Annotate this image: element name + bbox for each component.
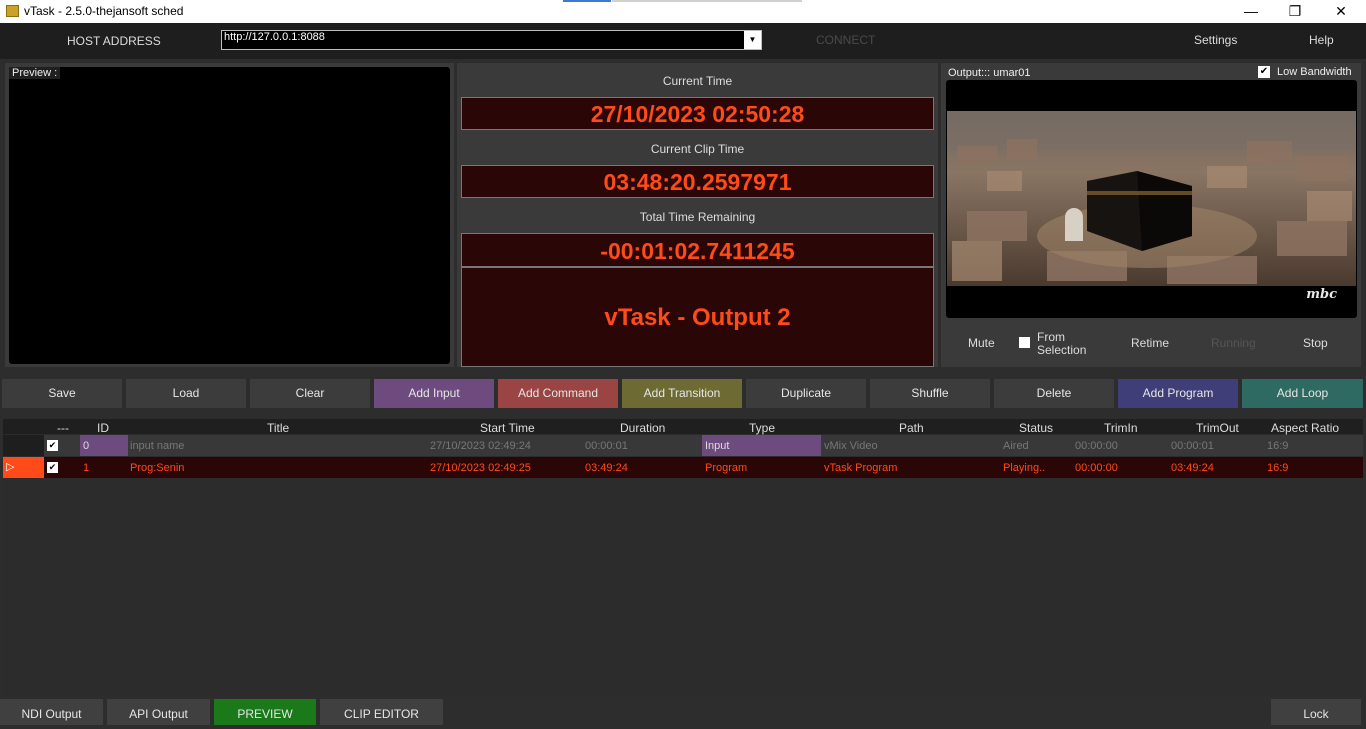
- remaining-label: Total Time Remaining: [639, 210, 756, 224]
- title-bar: vTask - 2.5.0-thejansoft sched — ❐ ✕: [0, 0, 1366, 23]
- from-selection-label-1: From: [1037, 330, 1065, 344]
- restore-icon[interactable]: ❐: [1272, 0, 1318, 23]
- table-row[interactable]: [3, 457, 1363, 478]
- settings-button[interactable]: Settings: [1194, 33, 1237, 47]
- grid-header: [3, 419, 1363, 434]
- load-button[interactable]: Load: [126, 379, 246, 408]
- retime-button[interactable]: Retime: [1131, 336, 1169, 350]
- row-path: vTask Program: [824, 462, 898, 474]
- clear-button[interactable]: Clear: [250, 379, 370, 408]
- current-time-label: Current Time: [662, 74, 733, 88]
- row-trimout: 00:00:01: [1171, 440, 1214, 452]
- app-icon: [6, 5, 19, 17]
- low-bandwidth-label: Low Bandwidth: [1277, 66, 1352, 78]
- taskbar-indicator: [563, 0, 611, 2]
- output-screen: mbc: [946, 80, 1357, 318]
- tab-preview[interactable]: PREVIEW: [214, 699, 316, 725]
- stop-button[interactable]: Stop: [1303, 336, 1328, 350]
- shuffle-button[interactable]: Shuffle: [870, 379, 990, 408]
- duplicate-button[interactable]: Duplicate: [746, 379, 866, 408]
- row-duration: 00:00:01: [585, 440, 628, 452]
- host-address-label: HOST ADDRESS: [67, 34, 161, 48]
- low-bandwidth-checkbox[interactable]: ✔: [1258, 66, 1270, 78]
- col-header-trimout[interactable]: TrimOut: [1196, 421, 1239, 435]
- row-checkbox[interactable]: ✔: [47, 440, 58, 451]
- delete-button[interactable]: Delete: [994, 379, 1114, 408]
- minimize-icon[interactable]: —: [1228, 0, 1274, 23]
- table-row[interactable]: [3, 435, 1363, 456]
- row-aspect: 16:9: [1267, 440, 1289, 452]
- col-header-status[interactable]: Status: [1019, 421, 1053, 435]
- tab-clip-editor[interactable]: CLIP EDITOR: [320, 699, 443, 725]
- row-start: 27/10/2023 02:49:24: [430, 440, 531, 452]
- row-checkbox[interactable]: ✔: [47, 462, 58, 473]
- col-header-start-time[interactable]: Start Time: [480, 421, 535, 435]
- row-trimout: 03:49:24: [1171, 462, 1214, 474]
- col-header-duration[interactable]: Duration: [620, 421, 665, 435]
- col-header-aspect[interactable]: Aspect Ratio: [1271, 421, 1339, 435]
- add-transition-button[interactable]: Add Transition: [622, 379, 742, 408]
- row-status: Aired: [1003, 440, 1029, 452]
- col-header-id[interactable]: ID: [97, 421, 109, 435]
- remaining-display: -00:01:02.7411245: [461, 233, 934, 267]
- col-header-type[interactable]: Type: [749, 421, 775, 435]
- row-title: input name: [130, 440, 185, 452]
- col-header-trimin[interactable]: TrimIn: [1104, 421, 1138, 435]
- row-id: 1: [83, 462, 90, 474]
- connect-button[interactable]: CONNECT: [816, 33, 875, 47]
- lock-button[interactable]: Lock: [1271, 699, 1361, 725]
- row-aspect: 16:9: [1267, 462, 1289, 474]
- preview-label: Preview :: [9, 67, 61, 79]
- mute-button[interactable]: Mute: [968, 336, 995, 350]
- clip-time-label: Current Clip Time: [650, 142, 745, 156]
- row-header: [3, 435, 44, 456]
- tab-ndi-output[interactable]: NDI Output: [0, 699, 103, 725]
- tab-api-output[interactable]: API Output: [107, 699, 210, 725]
- add-command-button[interactable]: Add Command: [498, 379, 618, 408]
- row-status: Playing..: [1003, 462, 1046, 474]
- add-input-button[interactable]: Add Input: [374, 379, 494, 408]
- row-duration: 03:49:24: [585, 462, 628, 474]
- col-header-path[interactable]: Path: [899, 421, 924, 435]
- row-type: Program: [705, 462, 748, 474]
- current-time-display: 27/10/2023 02:50:28: [461, 97, 934, 130]
- taskbar-indicator-2: [612, 0, 802, 2]
- row-type: Input: [705, 440, 730, 452]
- col-header-check[interactable]: ---: [57, 421, 69, 435]
- running-button[interactable]: Running: [1211, 336, 1256, 350]
- row-trimin: 00:00:00: [1075, 440, 1118, 452]
- close-icon[interactable]: ✕: [1318, 0, 1364, 23]
- clip-time-display: 03:48:20.2597971: [461, 165, 934, 198]
- mbc-logo: mbc: [1306, 287, 1337, 302]
- add-loop-button[interactable]: Add Loop: [1242, 379, 1363, 408]
- row-start: 27/10/2023 02:49:25: [430, 462, 531, 474]
- output-label: Output::: umar01: [948, 67, 1031, 79]
- header-bar: HOST ADDRESS http://127.0.0.1:8088 ▼ CON…: [0, 23, 1366, 59]
- row-id: 0: [83, 440, 90, 452]
- host-address-input[interactable]: http://127.0.0.1:8088: [221, 30, 762, 50]
- chevron-down-icon[interactable]: ▼: [744, 31, 761, 49]
- window-title: vTask - 2.5.0-thejansoft sched: [24, 4, 184, 18]
- from-selection-label-2: Selection: [1037, 343, 1087, 357]
- help-button[interactable]: Help: [1309, 33, 1334, 47]
- preview-screen: [9, 67, 450, 364]
- save-button[interactable]: Save: [2, 379, 122, 408]
- output-video-frame: [947, 111, 1356, 286]
- add-program-button[interactable]: Add Program: [1118, 379, 1238, 408]
- output-name-display: vTask - Output 2: [461, 267, 934, 367]
- row-path: vMix Video: [824, 440, 878, 452]
- from-selection-checkbox[interactable]: [1019, 337, 1030, 348]
- row-trimin: 00:00:00: [1075, 462, 1118, 474]
- col-header-title[interactable]: Title: [267, 421, 289, 435]
- row-title: Prog:Senin: [130, 462, 185, 474]
- play-pointer-icon: ▷: [6, 461, 15, 473]
